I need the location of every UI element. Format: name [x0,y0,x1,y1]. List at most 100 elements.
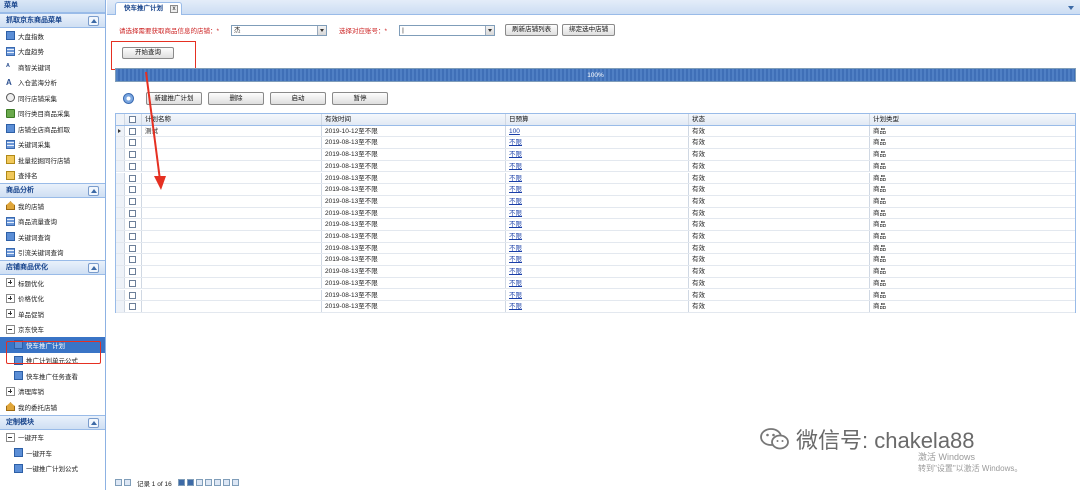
sidebar-item[interactable]: 查排名 [0,168,105,184]
sidebar-item[interactable]: 大盘趋势 [0,44,105,60]
sidebar-item[interactable]: A 入仓蓝海分析 [0,75,105,91]
daily-budget-cell-text[interactable]: 不限 [509,245,522,252]
sidebar-item[interactable]: 关键词采集 [0,137,105,153]
next-page-icon[interactable] [177,479,185,486]
daily-budget-cell-text[interactable]: 不限 [509,233,522,240]
row-checkbox[interactable] [129,221,136,229]
sidebar-item[interactable]: 关键词查询 [0,229,105,245]
daily-budget-cell-text[interactable]: 不限 [509,210,522,217]
daily-budget-cell[interactable]: 不限 [506,195,689,207]
sidebar-item[interactable]: 商品流量查询 [0,214,105,230]
table-row[interactable]: 2019-08-13至不限 不限 有效 商品 [116,242,1075,255]
daily-budget-cell[interactable]: 不限 [506,137,689,149]
sidebar-section-header[interactable]: 定制模块 [0,414,105,430]
sidebar-item[interactable]: 一键开车 [0,430,105,446]
daily-budget-cell-text[interactable]: 不限 [509,292,522,299]
daily-budget-cell[interactable]: 不限 [506,160,689,172]
sidebar-item[interactable]: 我的店铺 [0,198,105,214]
sidebar-item[interactable]: 店铺全店商品抓取 [0,121,105,137]
table-row[interactable]: 2019-08-13至不限 不限 有效 商品 [116,289,1075,302]
collapse-icon[interactable] [88,263,99,273]
row-checkbox[interactable] [129,291,136,299]
sidebar-item[interactable]: 清理库销 [0,384,105,400]
row-checkbox[interactable] [129,256,136,264]
row-checkbox[interactable] [129,209,136,217]
column-header[interactable]: 计划名称 [142,114,322,125]
sidebar-item[interactable]: 同行店铺采集 [0,90,105,106]
daily-budget-cell[interactable]: 不限 [506,277,689,289]
sidebar-section-header[interactable]: 店铺商品优化 [0,260,105,275]
daily-budget-cell-text[interactable]: 不限 [509,268,522,275]
table-row[interactable]: 2019-08-13至不限 不限 有效 商品 [116,301,1075,313]
daily-budget-cell[interactable]: 100 [506,125,689,137]
row-checkbox[interactable] [129,151,136,159]
chevron-down-icon[interactable] [485,25,495,35]
table-row[interactable]: 2019-08-13至不限 不限 有效 商品 [116,254,1075,267]
daily-budget-cell-text[interactable]: 不限 [509,221,522,228]
table-row[interactable]: 2019-08-13至不限 不限 有效 商品 [116,172,1075,185]
table-row[interactable]: 2019-08-13至不限 不限 有效 商品 [116,160,1075,173]
sidebar-item[interactable]: 标题优化 [0,275,105,291]
prev-page-icon[interactable] [124,479,131,486]
daily-budget-cell[interactable]: 不限 [506,254,689,266]
daily-budget-cell-text[interactable]: 不限 [509,198,522,205]
table-row[interactable]: 2019-08-13至不限 不限 有效 商品 [116,277,1075,290]
sidebar-item[interactable]: 单品促销 [0,306,105,322]
start-query-button[interactable]: 开始查询 [122,47,174,59]
add-icon[interactable] [195,479,203,486]
daily-budget-cell[interactable]: 不限 [506,207,689,219]
pause-button[interactable]: 暂停 [332,91,388,105]
sidebar-section-header[interactable]: 抓取京东商品菜单 [0,13,105,28]
table-row[interactable]: 2019-08-13至不限 不限 有效 商品 [116,266,1075,278]
collapse-icon[interactable] [88,417,99,428]
daily-budget-cell[interactable]: 不限 [506,242,689,254]
sidebar-item[interactable]: ᴬ 商智关键词 [0,59,105,75]
sidebar-item[interactable]: 同行类目商品采集 [0,106,105,122]
sidebar-item[interactable]: 批量挖掘同行店铺 [0,152,105,168]
daily-budget-cell-text[interactable]: 不限 [509,303,522,310]
daily-budget-cell[interactable]: 不限 [506,266,689,277]
column-header[interactable]: 有效时间 [322,114,506,125]
table-row[interactable]: 2019-08-13至不限 不限 有效 商品 [116,184,1075,196]
chevron-down-icon[interactable] [317,25,327,35]
daily-budget-cell-text[interactable]: 不限 [509,163,522,170]
sidebar-item[interactable]: 一键推广计划公式 [0,461,105,477]
daily-budget-cell[interactable]: 不限 [506,149,689,160]
daily-budget-cell-text[interactable]: 100 [509,128,520,135]
daily-budget-cell-text[interactable]: 不限 [509,280,522,287]
first-page-icon[interactable] [115,479,122,486]
refresh-icon[interactable] [123,92,134,104]
table-row[interactable]: 2019-08-13至不限 不限 有效 商品 [116,137,1075,150]
table-row[interactable]: 2019-08-13至不限 不限 有效 商品 [116,207,1075,220]
daily-budget-cell[interactable]: 不限 [506,289,689,301]
row-checkbox[interactable] [129,303,136,311]
save-icon[interactable] [222,479,230,486]
table-row[interactable]: 测试 2019-10-12至不限 100 有效 商品 [116,125,1075,138]
row-checkbox[interactable] [129,279,136,287]
sidebar-section-header[interactable]: 商品分析 [0,183,105,198]
sidebar-item[interactable]: 大盘指数 [0,28,105,44]
cancel-icon[interactable] [231,479,239,486]
delete-button[interactable]: 删除 [208,91,264,105]
last-page-icon[interactable] [186,479,194,486]
row-checkbox[interactable] [129,244,136,252]
sidebar-item[interactable]: 快车推广任务查看 [0,368,105,384]
tab-promotion-plan[interactable]: 快车推广计划 x [115,2,182,15]
daily-budget-cell[interactable]: 不限 [506,172,689,184]
collapse-icon[interactable] [88,16,99,26]
column-header[interactable]: 日预算 [506,114,689,125]
shop-select[interactable]: 杰 [231,24,328,36]
account-select[interactable]: | [399,24,496,36]
daily-budget-cell-text[interactable]: 不限 [509,151,522,158]
row-checkbox[interactable] [129,197,136,205]
edit-icon[interactable] [213,479,221,486]
refresh-shops-button[interactable]: 刷新店铺列表 [505,24,559,36]
bind-shop-button[interactable]: 绑定选中店铺 [562,24,616,36]
row-checkbox[interactable] [129,139,136,147]
daily-budget-cell-text[interactable]: 不限 [509,186,522,193]
table-row[interactable]: 2019-08-13至不限 不限 有效 商品 [116,219,1075,231]
row-checkbox[interactable] [129,268,136,276]
sidebar-item[interactable]: 我的委托店铺 [0,399,105,415]
row-checkbox[interactable] [129,127,136,135]
remove-icon[interactable] [204,479,212,486]
